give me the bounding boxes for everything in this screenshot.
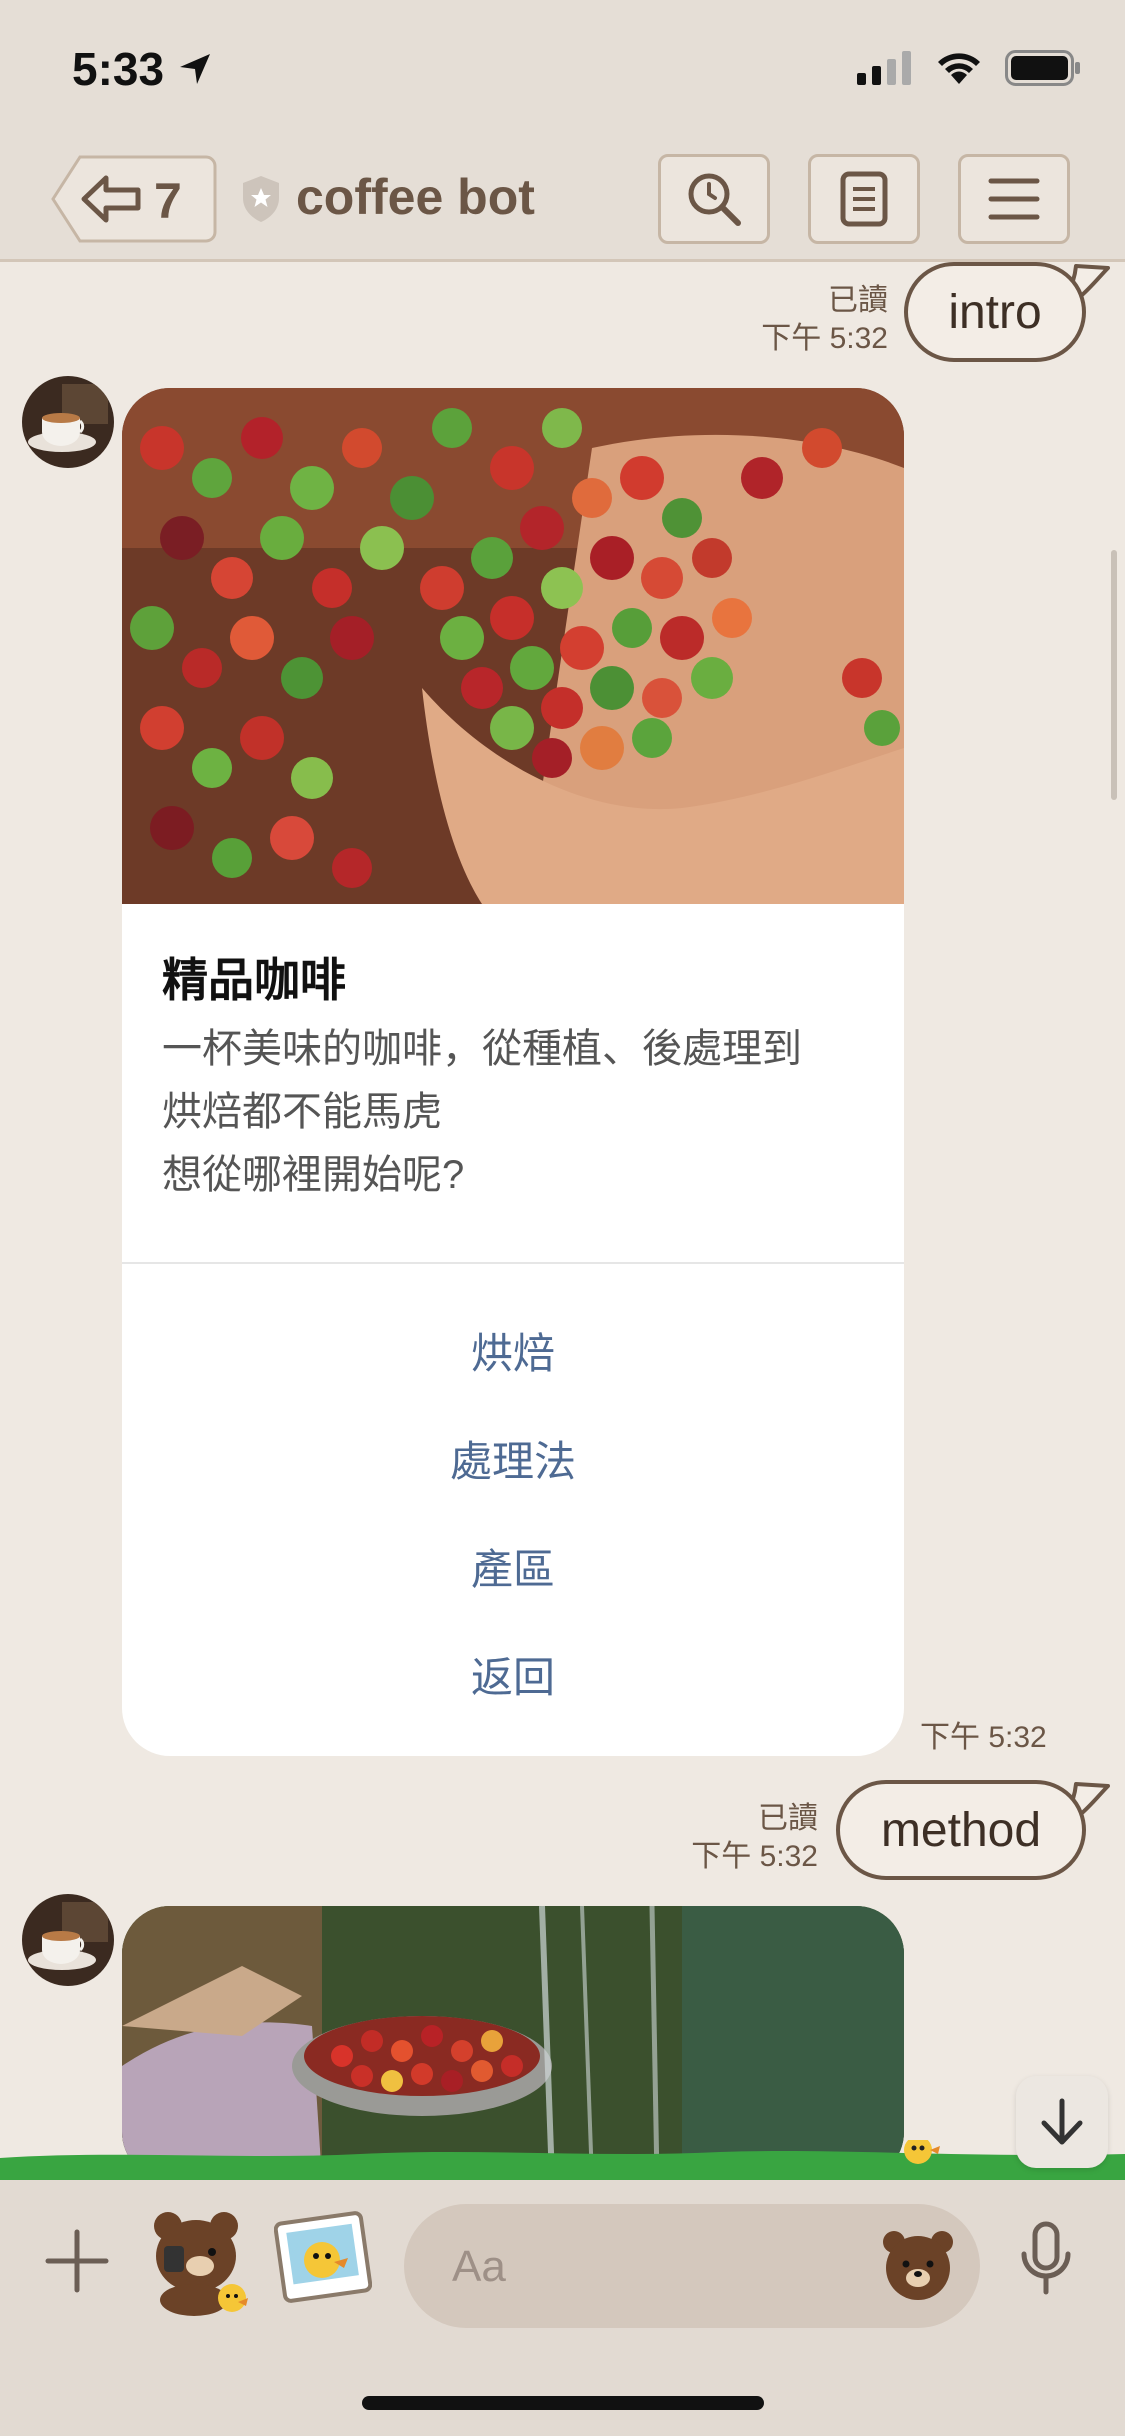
photo-sticker-icon[interactable] <box>274 2210 372 2304</box>
scroll-indicator[interactable] <box>1111 550 1117 800</box>
action-roasting-button[interactable]: 烘焙 <box>122 1320 904 1381</box>
menu-icon <box>988 178 1040 220</box>
chat-header: 7 coffee bot <box>0 140 1125 262</box>
unread-count: 7 <box>154 173 182 229</box>
card-divider <box>122 1262 904 1264</box>
location-arrow-icon <box>180 54 210 84</box>
coffee-cherries-image <box>122 388 904 904</box>
coffee-washing-image <box>122 1906 904 2180</box>
bot-avatar[interactable] <box>22 376 114 468</box>
status-bar: 5:33 <box>0 0 1125 140</box>
card-description-line: 想從哪裡開始呢? <box>162 1153 465 1197</box>
notes-button[interactable] <box>808 154 920 244</box>
card-description: 一杯美味的咖啡，從種植、後處理到 烘焙都不能馬虎 想從哪裡開始呢? <box>162 1018 862 1207</box>
menu-button[interactable] <box>958 154 1070 244</box>
coffee-cup-avatar-icon <box>22 376 114 468</box>
status-time: 5:33 <box>72 43 165 95</box>
search-button[interactable] <box>658 154 770 244</box>
back-arrow-icon <box>81 175 141 223</box>
card-description-line: 烘焙都不能馬虎 <box>162 1090 442 1134</box>
card-description-line: 一杯美味的咖啡，從種植、後處理到 <box>162 1027 802 1071</box>
outgoing-message-intro[interactable]: intro <box>904 262 1086 362</box>
read-receipt: 已讀 <box>758 1802 818 1835</box>
home-indicator[interactable] <box>362 2396 764 2410</box>
message-input[interactable]: Aa <box>404 2204 980 2328</box>
arrow-down-icon <box>1041 2098 1083 2145</box>
shield-icon <box>243 176 279 222</box>
message-time: 下午 5:32 <box>761 322 888 355</box>
bot-avatar[interactable] <box>22 1894 114 1986</box>
action-back-button[interactable]: 返回 <box>122 1644 904 1705</box>
input-placeholder: Aa <box>452 2242 506 2291</box>
sticker-icon[interactable] <box>146 2206 252 2316</box>
plus-icon[interactable] <box>44 2228 110 2294</box>
action-origin-button[interactable]: 產區 <box>122 1536 904 1597</box>
search-icon <box>688 173 741 226</box>
back-button[interactable]: 7 <box>50 154 218 244</box>
wifi-icon <box>938 53 980 84</box>
notes-icon <box>840 171 888 227</box>
read-receipt: 已讀 <box>828 284 888 317</box>
message-time: 下午 5:32 <box>691 1840 818 1873</box>
flex-message-card: 精品咖啡 一杯美味的咖啡，從種植、後處理到 烘焙都不能馬虎 想從哪裡開始呢? 烘… <box>122 388 904 1756</box>
message-time: 下午 5:32 <box>920 1721 1047 1754</box>
grass-decoration <box>0 2140 1125 2180</box>
flex-message-card <box>122 1906 904 2180</box>
action-processing-button[interactable]: 處理法 <box>122 1428 904 1489</box>
chat-title: coffee bot <box>296 169 535 225</box>
bear-emoji-icon[interactable] <box>878 2224 958 2304</box>
microphone-icon[interactable] <box>1016 2220 1076 2300</box>
intro-meta: 已讀 下午 5:32 <box>720 282 888 358</box>
battery-icon <box>1005 50 1080 86</box>
signal-icon <box>857 51 911 85</box>
card-title: 精品咖啡 <box>162 954 346 1006</box>
method-meta: 已讀 下午 5:32 <box>650 1800 818 1876</box>
scroll-to-bottom-button[interactable] <box>1016 2076 1108 2168</box>
outgoing-message-method[interactable]: method <box>836 1780 1086 1880</box>
coffee-cup-avatar-icon <box>22 1894 114 1986</box>
